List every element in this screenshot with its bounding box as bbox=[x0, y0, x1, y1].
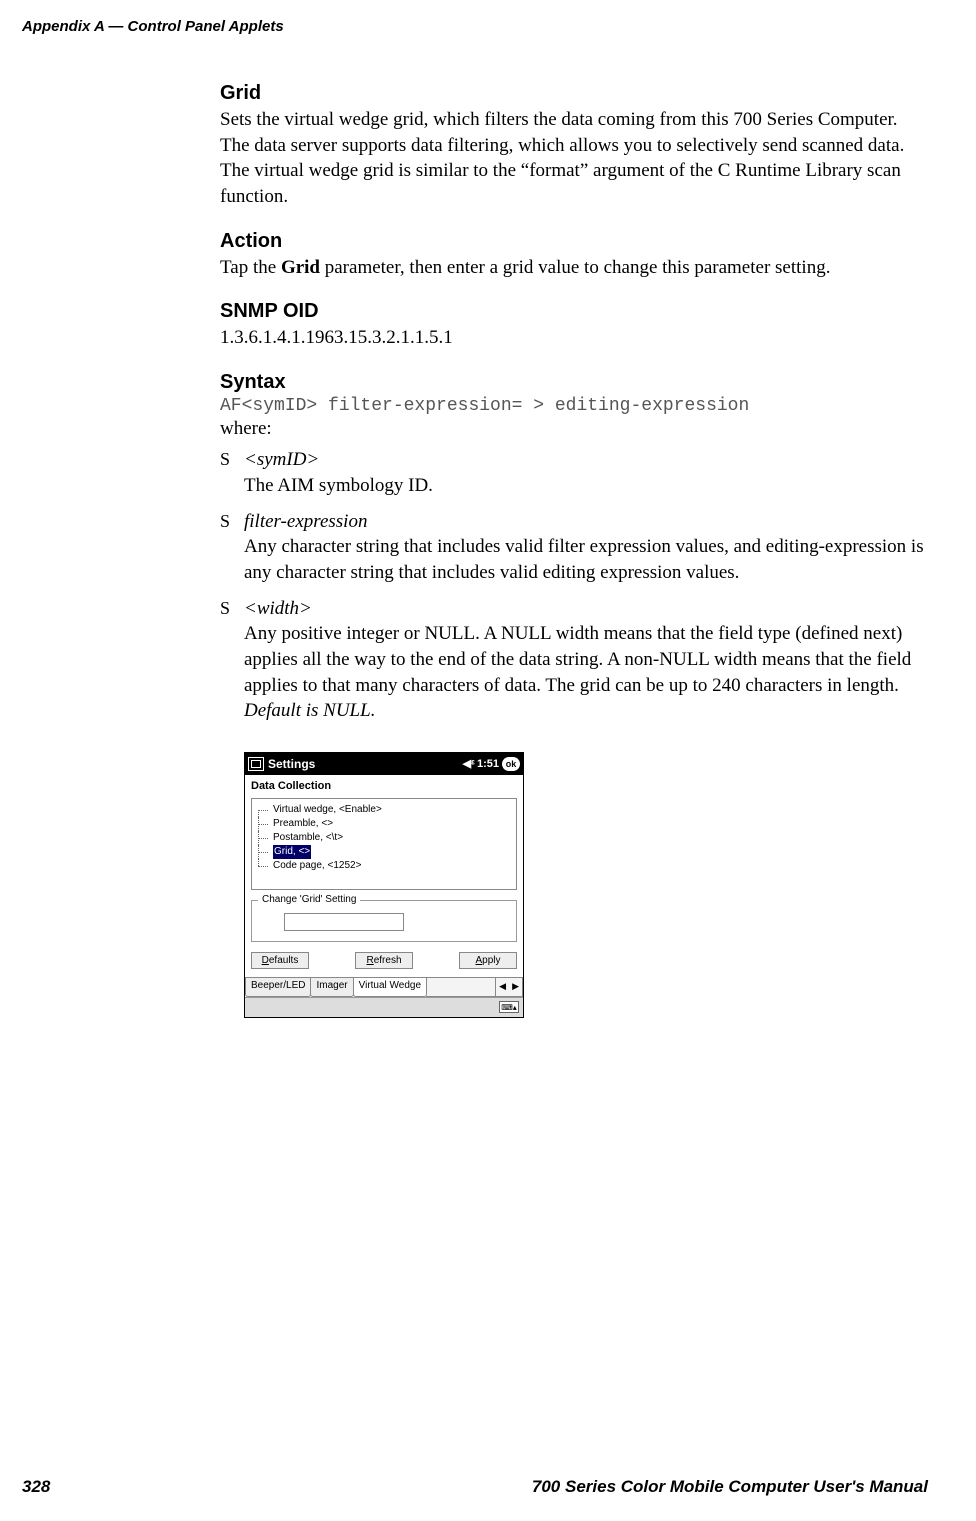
bullet-filter-term: filter-expression bbox=[244, 511, 367, 532]
tree-item-codepage[interactable]: Code page, <1252> bbox=[255, 859, 513, 873]
apply-button[interactable]: Apply bbox=[459, 952, 517, 969]
bullet-width-desc: Any positive integer or NULL. A NULL wid… bbox=[244, 623, 911, 695]
tree-item-postamble[interactable]: Postamble, <\t> bbox=[255, 831, 513, 845]
text-syntax-code: AF<symID> filter-expression= > editing-e… bbox=[220, 396, 928, 416]
manual-title: 700 Series Color Mobile Computer User's … bbox=[532, 1477, 928, 1497]
keyboard-icon[interactable]: ⌨▴ bbox=[499, 1001, 519, 1013]
list-item: filter-expression Any character string t… bbox=[220, 509, 928, 586]
text-syntax-where: where: bbox=[220, 416, 928, 442]
titlebar: Settings ◀ᵋ 1:51 ok bbox=[245, 753, 523, 775]
settings-icon[interactable] bbox=[248, 757, 264, 771]
defaults-button[interactable]: Defaults bbox=[251, 952, 309, 969]
ok-button[interactable]: ok bbox=[502, 757, 520, 771]
bullet-width-term: <width> bbox=[244, 598, 312, 619]
tree-item-virtual-wedge[interactable]: Virtual wedge, <Enable> bbox=[255, 803, 513, 817]
tab-virtual-wedge[interactable]: Virtual Wedge bbox=[353, 978, 427, 997]
sip-bar: ⌨▴ bbox=[245, 997, 523, 1017]
text-action-body: Tap the Grid parameter, then enter a gri… bbox=[220, 255, 928, 281]
action-pre: Tap the bbox=[220, 257, 281, 278]
bullet-filter-desc: Any character string that includes valid… bbox=[244, 536, 924, 583]
arrow-right-icon[interactable]: ▶ bbox=[509, 981, 522, 992]
clock: 1:51 bbox=[477, 758, 499, 770]
tree-view[interactable]: Virtual wedge, <Enable> Preamble, <> Pos… bbox=[251, 798, 517, 890]
bullet-width-default: Default is NULL. bbox=[244, 700, 375, 721]
heading-syntax: Syntax bbox=[220, 371, 928, 394]
action-bold: Grid bbox=[281, 257, 320, 278]
heading-grid: Grid bbox=[220, 82, 928, 105]
page-header-left: Appendix A — Control Panel Applets bbox=[22, 18, 284, 35]
syntax-bullet-list: <symID> The AIM symbology ID. filter-exp… bbox=[220, 447, 928, 723]
tree-item-grid[interactable]: Grid, <> bbox=[255, 845, 513, 859]
device-screenshot: Settings ◀ᵋ 1:51 ok Data Collection Virt… bbox=[244, 752, 524, 1018]
text-snmp-value: 1.3.6.1.4.1.1963.15.3.2.1.1.5.1 bbox=[220, 325, 928, 351]
panel-caption: Data Collection bbox=[251, 780, 517, 792]
heading-action: Action bbox=[220, 230, 928, 253]
tree-item-preamble[interactable]: Preamble, <> bbox=[255, 817, 513, 831]
tab-strip: Beeper/LED Imager Virtual Wedge ◀▶ bbox=[245, 977, 523, 997]
panel-body: Data Collection Virtual wedge, <Enable> … bbox=[245, 775, 523, 977]
grid-input[interactable] bbox=[284, 913, 404, 931]
tab-beeper-led[interactable]: Beeper/LED bbox=[245, 978, 311, 997]
text-grid-body: Sets the virtual wedge grid, which filte… bbox=[220, 107, 928, 210]
arrow-left-icon[interactable]: ◀ bbox=[496, 981, 509, 992]
tab-scroll-arrows[interactable]: ◀▶ bbox=[495, 978, 523, 997]
tab-imager[interactable]: Imager bbox=[310, 978, 353, 997]
change-grid-fieldset: Change 'Grid' Setting bbox=[251, 900, 517, 942]
bullet-symid-desc: The AIM symbology ID. bbox=[244, 475, 433, 496]
refresh-button[interactable]: Refresh bbox=[355, 952, 413, 969]
button-row: Defaults Refresh Apply bbox=[251, 950, 517, 975]
list-item: <symID> The AIM symbology ID. bbox=[220, 447, 928, 498]
titlebar-label: Settings bbox=[268, 757, 315, 771]
list-item: <width> Any positive integer or NULL. A … bbox=[220, 596, 928, 724]
main-content: Grid Sets the virtual wedge grid, which … bbox=[220, 82, 928, 1018]
bullet-symid-term: <symID> bbox=[244, 449, 319, 470]
volume-icon[interactable]: ◀ᵋ bbox=[463, 757, 475, 770]
fieldset-legend: Change 'Grid' Setting bbox=[258, 894, 360, 905]
page-number: 328 bbox=[22, 1477, 50, 1497]
heading-snmp: SNMP OID bbox=[220, 300, 928, 323]
action-post: parameter, then enter a grid value to ch… bbox=[320, 257, 830, 278]
